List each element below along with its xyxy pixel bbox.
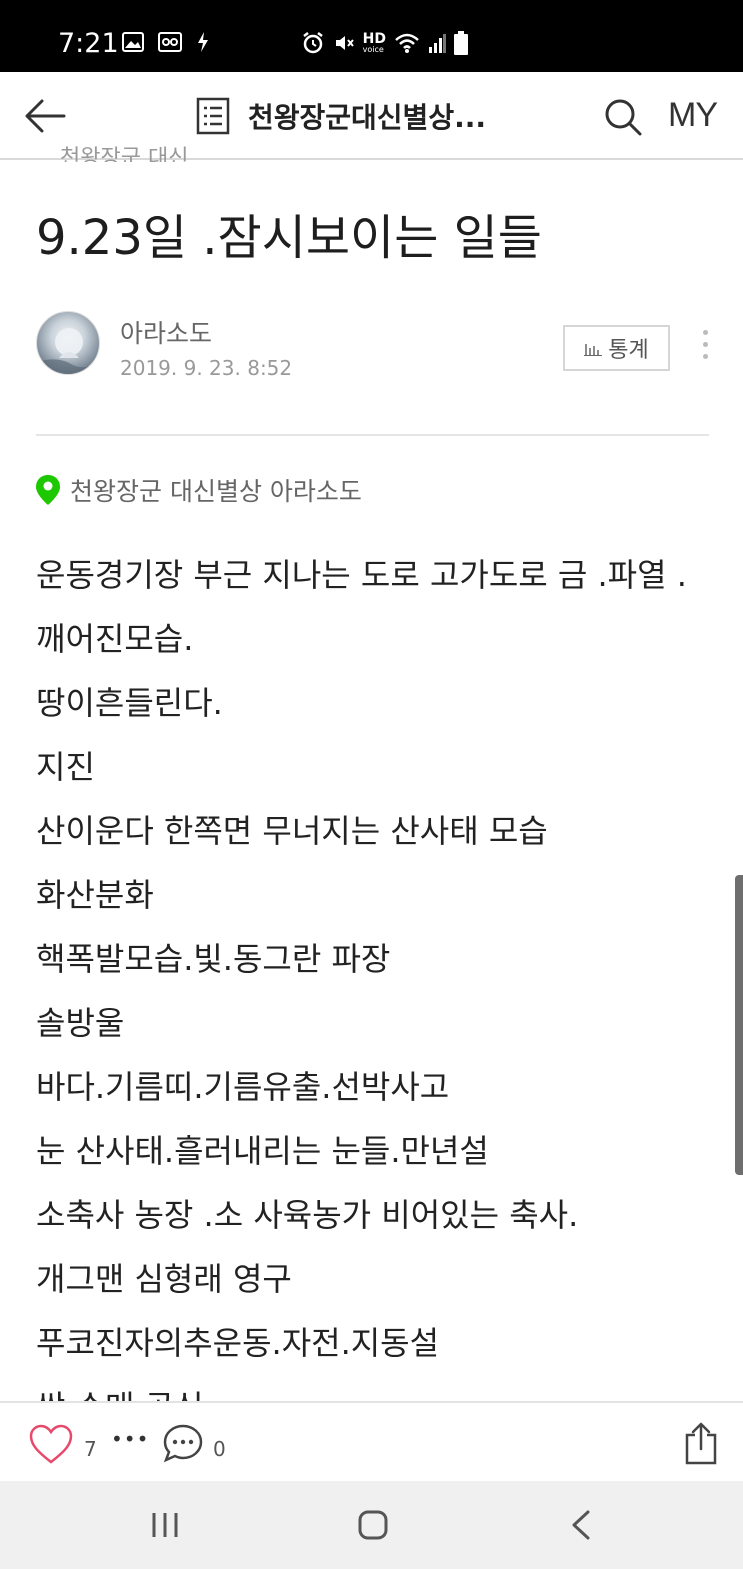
body-line: 솔방울 [36,1004,125,1042]
author-name[interactable]: 아라소도 [120,314,212,350]
like-count: 7 [84,1437,97,1461]
signal-icon [429,34,446,53]
body-line: 소축사 농장 .소 사육농가 비어있는 축사. [36,1196,579,1234]
back-arrow-icon[interactable] [22,96,68,136]
body-line: 땅이흔들린다. [36,684,223,722]
body-line: 눈 산사태.흘러내리는 눈들.만년설 [36,1132,489,1170]
document-icon [196,97,230,135]
share-icon[interactable] [684,1421,718,1465]
avatar[interactable] [36,311,100,375]
status-left-icons [122,32,210,52]
post-title: 9.23일 .잠시보이는 일들 [36,210,542,266]
header-title-link[interactable]: 천왕장군대신별상... [196,96,486,136]
voicemail-icon [158,32,182,52]
battery-icon [454,31,468,55]
more-options-icon[interactable] [698,330,712,366]
image-icon [122,32,144,52]
heart-icon[interactable] [28,1423,74,1465]
post-date: 2019. 9. 23. 8:52 [120,356,293,380]
likers-more-button[interactable]: ••• [111,1427,149,1451]
body-line: 화산분화 [36,876,154,914]
avatar-image [37,328,99,374]
alarm-icon [302,32,323,54]
search-icon[interactable] [603,97,643,137]
hd-label: HD [362,31,386,47]
stats-button[interactable]: 통계 [563,325,670,371]
status-right-icons: HD voice [301,31,468,55]
bar-chart-icon [584,344,603,356]
location-label: 천왕장군 대신별상 아라소도 [70,477,362,506]
comment-icon[interactable] [162,1423,204,1463]
comment-count: 0 [213,1437,226,1461]
body-line: 개그맨 심형래 영구 [36,1260,292,1298]
action-bar: 7 ••• 0 [0,1401,743,1481]
location-pin-icon [36,475,60,505]
system-nav-bar [0,1481,743,1569]
stats-label: 통계 [608,338,649,363]
body-line: 싹 수매 공식 [36,1375,716,1401]
body-line: 핵폭발모습.빛.동그란 파장 [36,940,391,978]
status-bar: 7:21 HD voice [0,0,743,72]
divider [36,434,709,436]
voice-label: voice [362,45,384,54]
wifi-icon [395,33,419,53]
system-back-icon[interactable] [568,1509,594,1541]
my-button[interactable]: MY [668,96,718,135]
category-label[interactable]: 천왕장군 대신 [60,140,188,162]
body-line: 산이운다 한쪽면 무너지는 산사태 모습 [36,812,548,850]
hd-voice-icon: HD voice [363,32,386,54]
bolt-icon [198,32,208,52]
status-time: 7:21 [58,28,119,59]
body-line: 운동경기장 부근 지나는 도로 고가도로 금 .파열 .깨어진모습. [36,556,687,658]
mute-icon [335,36,354,50]
post-body: 운동경기장 부근 지나는 도로 고가도로 금 .파열 .깨어진모습. 땅이흔들린… [36,543,716,1401]
blog-title: 천왕장군대신별상... [248,101,486,134]
location-link[interactable]: 천왕장군 대신별상 아라소도 [36,472,362,508]
body-line: 바다.기름띠.기름유출.선박사고 [36,1068,450,1106]
home-icon[interactable] [357,1509,389,1541]
body-line: 푸코진자의추운동.자전.지동설 [36,1324,440,1362]
body-line: 지진 [36,748,95,786]
recent-apps-icon[interactable] [150,1511,180,1539]
scrollbar-thumb[interactable] [735,875,743,1175]
